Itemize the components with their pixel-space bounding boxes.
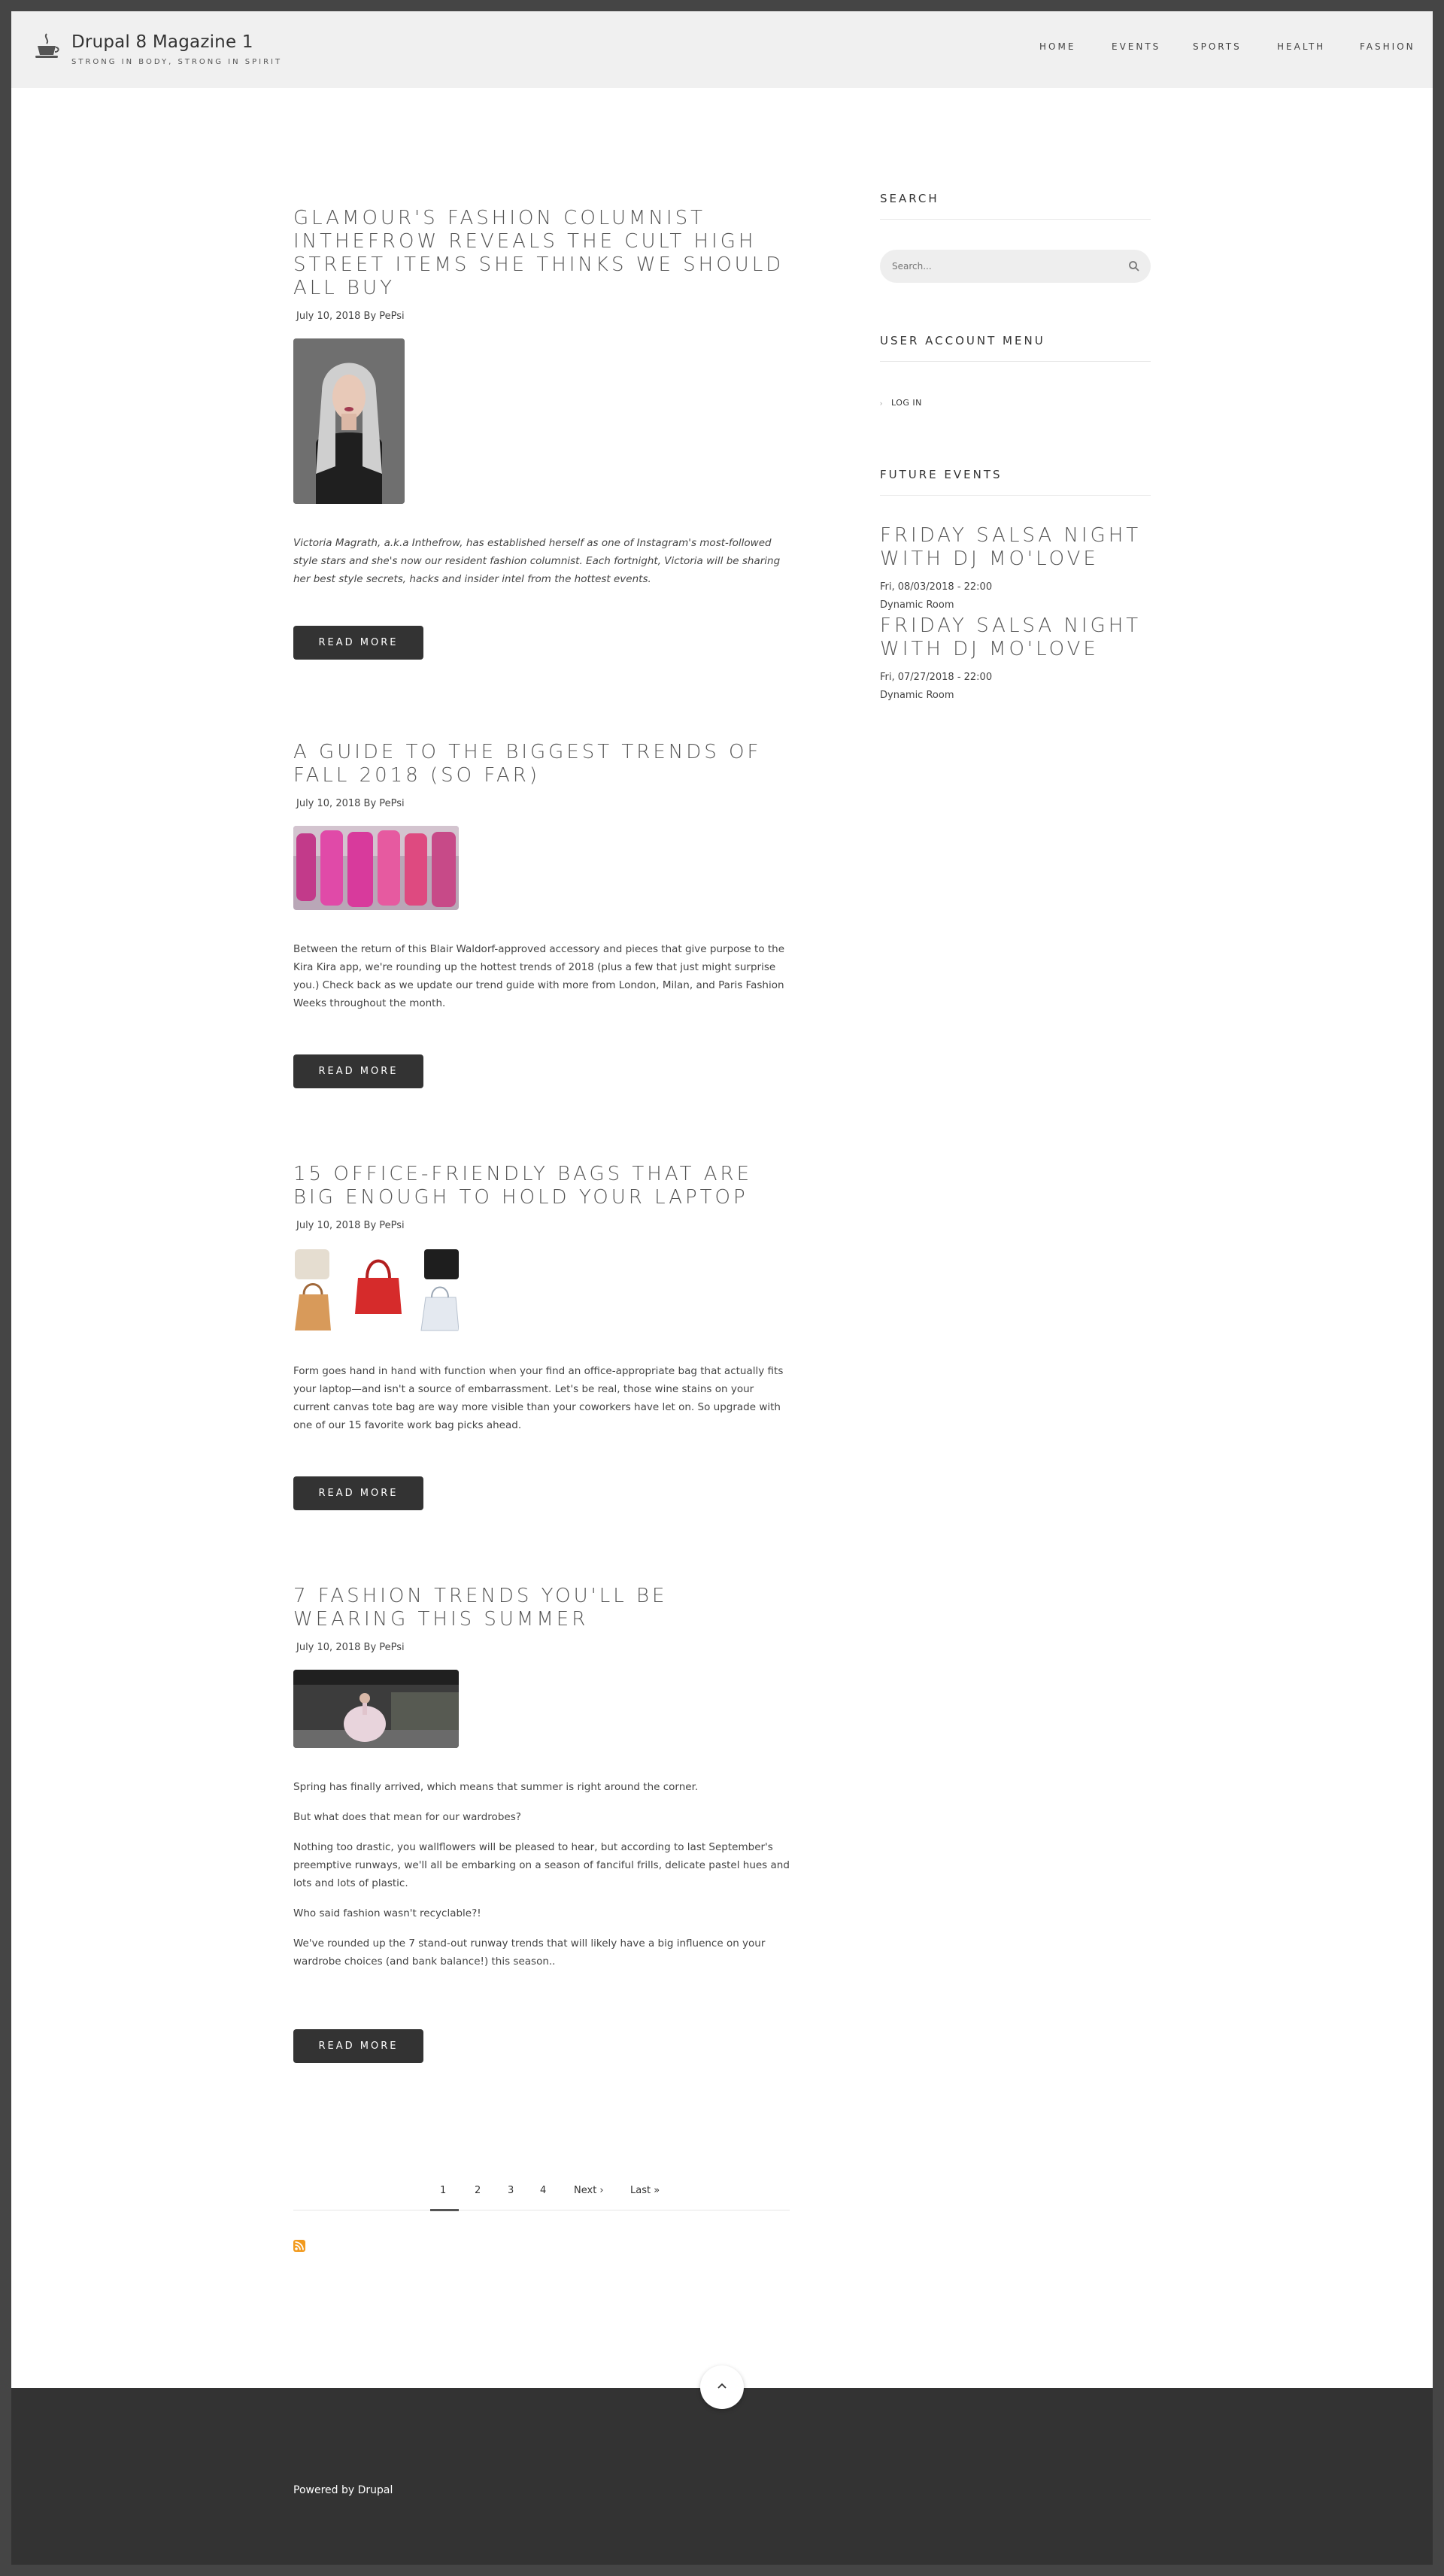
site-footer: Powered by Drupal: [11, 2388, 1433, 2565]
pager-last[interactable]: Last »: [630, 2185, 660, 2196]
article-paragraph: Who said fashion wasn't recyclable?!: [293, 1907, 481, 1919]
event-title[interactable]: FRIDAY SALSA NIGHT WITH DJ MO'LOVE: [880, 614, 1151, 661]
event-location: Dynamic Room: [880, 599, 954, 611]
scroll-to-top-button[interactable]: [700, 2365, 744, 2409]
article-summary: Between the return of this Blair Waldorf…: [293, 940, 790, 1012]
read-more-button[interactable]: READ MORE: [293, 626, 423, 660]
article-meta: July 10, 2018 By PePsi: [296, 798, 405, 809]
rss-feed-icon[interactable]: [293, 2240, 305, 2252]
site-header: Drupal 8 Magazine 1 STRONG IN BODY, STRO…: [11, 11, 1433, 88]
pager-page-2[interactable]: 2: [475, 2185, 481, 2196]
read-more-button[interactable]: READ MORE: [293, 1476, 423, 1510]
menu-item-label[interactable]: LOG IN: [891, 398, 922, 408]
article-paragraph: But what does that mean for our wardrobe…: [293, 1811, 521, 1823]
read-more-button[interactable]: READ MORE: [293, 2029, 423, 2063]
article-meta: July 10, 2018 By PePsi: [296, 1642, 405, 1653]
nav-health[interactable]: HEALTH: [1277, 41, 1325, 52]
search-block-title: SEARCH: [880, 192, 1151, 220]
article-title[interactable]: A GUIDE TO THE BIGGEST TRENDS OF FALL 20…: [293, 741, 790, 787]
sidebar: SEARCH USER ACCOUNT MENU › LOG IN FUTURE…: [880, 192, 1151, 705]
event-location: Dynamic Room: [880, 690, 954, 701]
article-teaser: A GUIDE TO THE BIGGEST TRENDS OF FALL 20…: [293, 741, 790, 1088]
article-paragraph: Between the return of this Blair Waldorf…: [293, 943, 785, 1009]
pager-page-3[interactable]: 3: [508, 2185, 514, 2196]
event-item: FRIDAY SALSA NIGHT WITH DJ MO'LOVE Fri, …: [880, 524, 1151, 614]
bullet-icon: ›: [880, 399, 882, 407]
article-title[interactable]: 7 FASHION TRENDS YOU'LL BE WEARING THIS …: [293, 1585, 790, 1631]
search-form: [880, 250, 1151, 283]
event-date: Fri, 08/03/2018 - 22:00: [880, 581, 993, 593]
article-paragraph: Spring has finally arrived, which means …: [293, 1781, 699, 1793]
pager: 1 2 3 4 Next › Last »: [293, 2177, 790, 2211]
article-title[interactable]: 15 OFFICE-FRIENDLY BAGS THAT ARE BIG ENO…: [293, 1163, 790, 1209]
event-date: Fri, 07/27/2018 - 22:00: [880, 672, 993, 683]
nav-events[interactable]: EVENTS: [1112, 41, 1160, 52]
site-name[interactable]: Drupal 8 Magazine 1: [71, 32, 253, 52]
future-events-title: FUTURE EVENTS: [880, 468, 1151, 496]
nav-home[interactable]: HOME: [1039, 41, 1075, 52]
article-summary: Victoria Magrath, a.k.a Inthefrow, has e…: [293, 534, 790, 588]
pager-page-4[interactable]: 4: [540, 2185, 546, 2196]
menu-item-log-in[interactable]: › LOG IN: [880, 398, 1151, 408]
article-teaser: 7 FASHION TRENDS YOU'LL BE WEARING THIS …: [293, 1585, 790, 2063]
article-paragraph: Nothing too drastic, you wallflowers wil…: [293, 1841, 790, 1889]
article-paragraph: We've rounded up the 7 stand-out runway …: [293, 1937, 766, 1968]
powered-by-drupal[interactable]: Powered by Drupal: [293, 2484, 393, 2496]
article-image[interactable]: [293, 1670, 459, 1748]
user-account-menu-title: USER ACCOUNT MENU: [880, 334, 1151, 362]
nav-sports[interactable]: SPORTS: [1193, 41, 1242, 52]
pager-next[interactable]: Next ›: [574, 2185, 604, 2196]
article-teaser: GLAMOUR'S FASHION COLUMNIST INTHEFROW RE…: [293, 207, 790, 660]
site-slogan: STRONG IN BODY, STRONG IN SPIRIT: [71, 58, 283, 66]
article-paragraph: Victoria Magrath, a.k.a Inthefrow, has e…: [293, 537, 781, 585]
article-teaser: 15 OFFICE-FRIENDLY BAGS THAT ARE BIG ENO…: [293, 1163, 790, 1510]
article-image[interactable]: [293, 1248, 459, 1332]
article-title[interactable]: GLAMOUR'S FASHION COLUMNIST INTHEFROW RE…: [293, 207, 790, 300]
article-summary: Form goes hand in hand with function whe…: [293, 1362, 790, 1434]
pager-page-1[interactable]: 1: [440, 2185, 446, 2196]
event-item: FRIDAY SALSA NIGHT WITH DJ MO'LOVE Fri, …: [880, 614, 1151, 705]
search-icon[interactable]: [1128, 260, 1140, 272]
pager-active-indicator: [430, 2209, 459, 2211]
article-summary: Spring has finally arrived, which means …: [293, 1778, 790, 1971]
read-more-button[interactable]: READ MORE: [293, 1054, 423, 1088]
article-paragraph: Form goes hand in hand with function whe…: [293, 1365, 784, 1431]
user-account-menu-block: USER ACCOUNT MENU › LOG IN: [880, 334, 1151, 408]
search-input[interactable]: [880, 250, 1106, 283]
article-meta: July 10, 2018 By PePsi: [296, 311, 405, 322]
article-image[interactable]: [293, 338, 405, 504]
chevron-up-icon: [717, 2383, 727, 2389]
coffee-cup-logo-icon[interactable]: [32, 31, 62, 61]
article-image[interactable]: [293, 826, 459, 910]
article-meta: July 10, 2018 By PePsi: [296, 1220, 405, 1231]
future-events-block: FUTURE EVENTS FRIDAY SALSA NIGHT WITH DJ…: [880, 468, 1151, 705]
search-block: SEARCH: [880, 192, 1151, 283]
nav-fashion[interactable]: FASHION: [1360, 41, 1415, 52]
event-title[interactable]: FRIDAY SALSA NIGHT WITH DJ MO'LOVE: [880, 524, 1151, 571]
page-frame: Drupal 8 Magazine 1 STRONG IN BODY, STRO…: [11, 11, 1433, 2565]
